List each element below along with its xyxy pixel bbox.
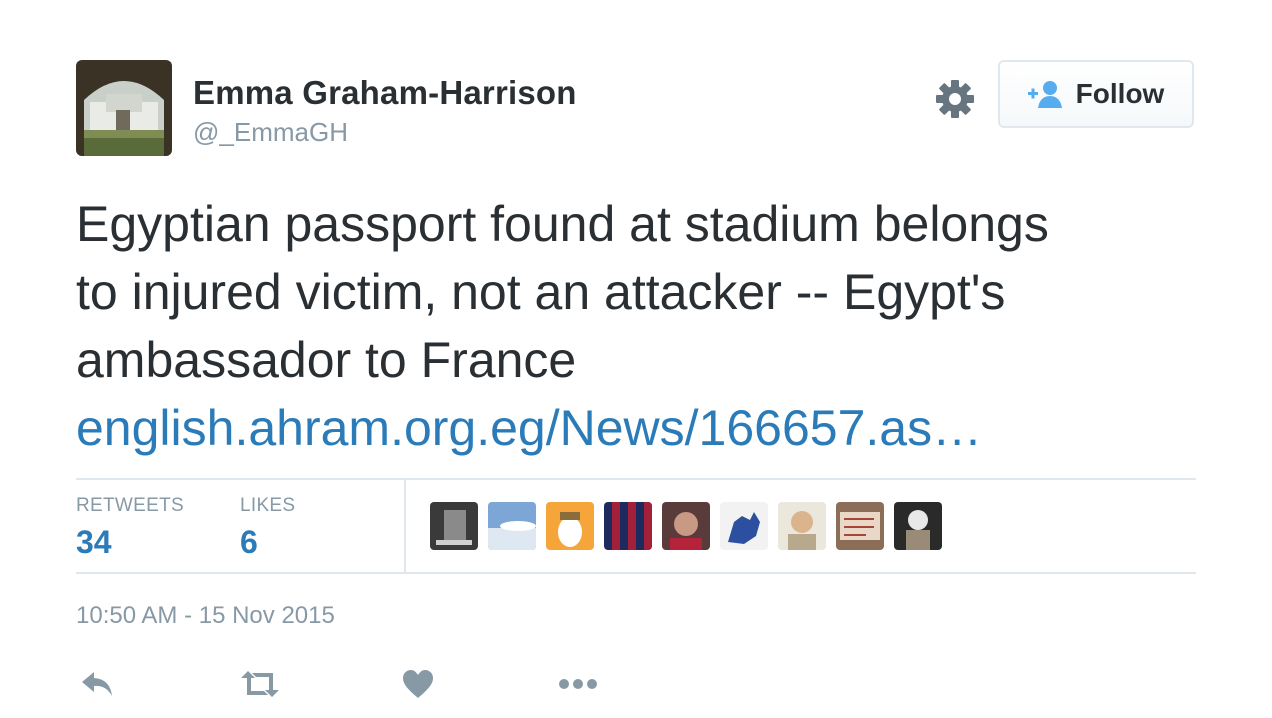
liker-avatar[interactable] <box>604 502 652 550</box>
divider <box>76 478 1196 480</box>
liker-avatar[interactable] <box>546 502 594 550</box>
user-avatar[interactable] <box>76 60 172 156</box>
liker-avatar[interactable] <box>662 502 710 550</box>
user-display-name[interactable]: Emma Graham-Harrison <box>193 74 577 112</box>
tweet-timestamp[interactable]: 10:50 AM - 15 Nov 2015 <box>76 602 335 630</box>
follow-button[interactable]: Follow <box>998 60 1194 128</box>
add-user-icon <box>1027 79 1062 109</box>
liker-avatar[interactable] <box>778 502 826 550</box>
gear-icon[interactable] <box>934 78 976 120</box>
tweet-link[interactable]: english.ahram.org.eg/News/166657.as… <box>76 394 1186 462</box>
retweet-icon[interactable] <box>240 664 280 704</box>
user-handle[interactable]: @_EmmaGH <box>193 117 348 148</box>
liker-avatar[interactable] <box>430 502 478 550</box>
reply-icon[interactable] <box>80 664 114 704</box>
tweet-text-line: Egyptian passport found at stadium belon… <box>76 196 1049 252</box>
liker-avatar[interactable] <box>836 502 884 550</box>
likes-label: LIKES <box>240 495 296 516</box>
retweets-label: RETWEETS <box>76 495 184 516</box>
liker-avatar[interactable] <box>488 502 536 550</box>
divider <box>76 572 1196 574</box>
divider <box>404 480 406 572</box>
tweet-text: Egyptian passport found at stadium belon… <box>76 190 1186 462</box>
follow-button-label: Follow <box>1075 78 1165 109</box>
liker-avatars <box>430 502 942 550</box>
tweet-text-line: ambassador to France <box>76 332 577 388</box>
likes-count[interactable]: 6 <box>240 524 258 561</box>
liker-avatar[interactable] <box>894 502 942 550</box>
liker-avatar[interactable] <box>720 502 768 550</box>
tweet-text-line: to injured victim, not an attacker -- Eg… <box>76 264 1006 320</box>
like-icon[interactable] <box>402 664 434 704</box>
retweets-count[interactable]: 34 <box>76 524 112 561</box>
more-icon[interactable] <box>558 664 598 704</box>
